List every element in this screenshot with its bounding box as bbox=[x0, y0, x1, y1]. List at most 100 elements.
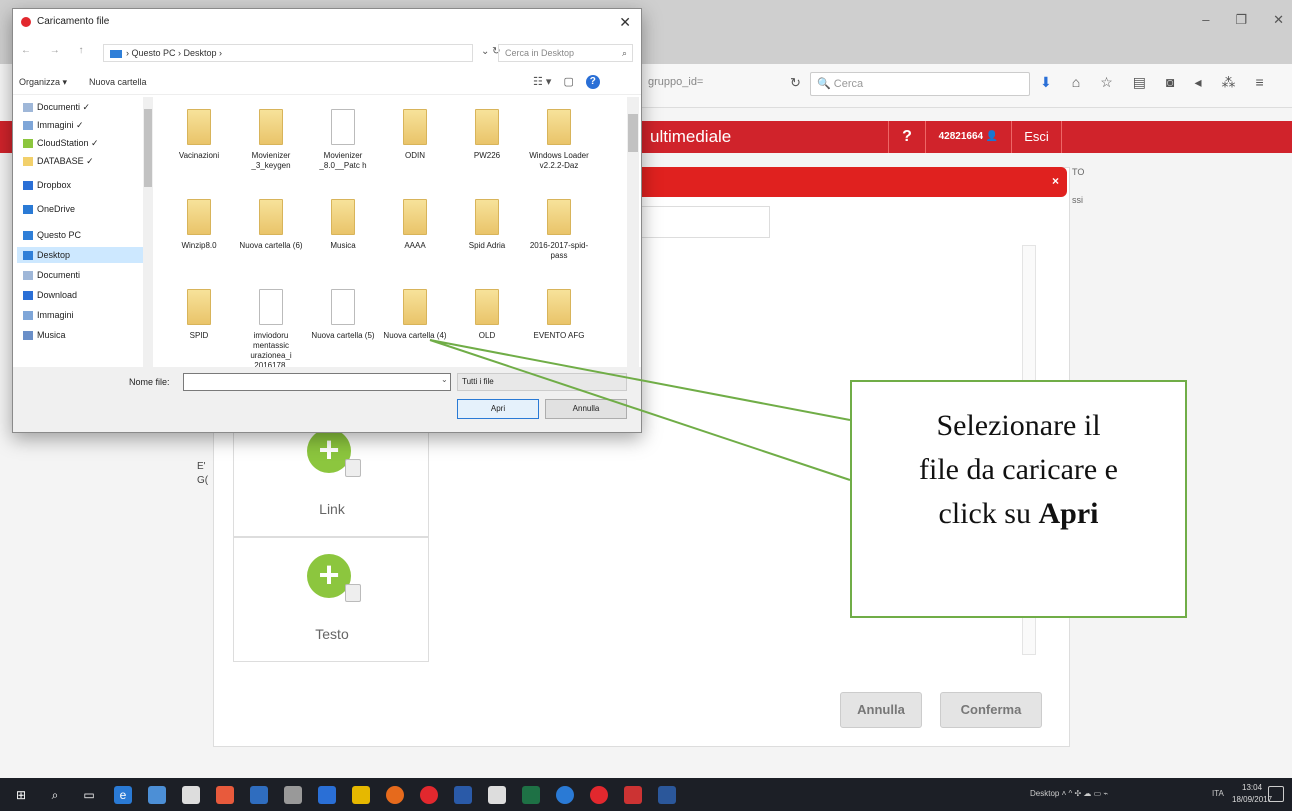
file-item[interactable]: Windows Loader v2.2.2-Daz bbox=[526, 109, 592, 171]
help-button[interactable]: ? bbox=[888, 121, 926, 153]
search-taskbar-icon[interactable]: ⌕ bbox=[46, 786, 64, 804]
preview-pane-icon[interactable]: ▢ bbox=[563, 75, 573, 89]
file-item[interactable]: OLD bbox=[454, 289, 520, 341]
app-icon-1[interactable] bbox=[148, 786, 166, 804]
dialog-cancel-button[interactable]: Annulla bbox=[545, 399, 627, 419]
pocket-icon[interactable]: ◙ bbox=[1166, 74, 1174, 91]
dialog-nav-arrows[interactable]: ← → ↑ bbox=[21, 45, 92, 56]
app-icon-5[interactable] bbox=[318, 786, 336, 804]
link-badge-icon bbox=[345, 459, 361, 477]
app-icon-8[interactable] bbox=[590, 786, 608, 804]
powerpoint-icon[interactable] bbox=[454, 786, 472, 804]
app-icon-4[interactable] bbox=[250, 786, 268, 804]
tray-clock[interactable]: 13:04 18/09/2017 bbox=[1232, 782, 1272, 806]
file-type-select[interactable]: Tutti i file bbox=[457, 373, 627, 391]
start-icon[interactable]: ⊞ bbox=[12, 786, 30, 804]
nav-item-icon bbox=[23, 271, 33, 281]
file-item[interactable]: Winzip8.0 bbox=[166, 199, 232, 251]
logout-button[interactable]: Esci bbox=[1012, 121, 1062, 153]
filename-input[interactable] bbox=[183, 373, 451, 391]
modal-title-input[interactable] bbox=[640, 206, 770, 238]
file-item-label: Spid Adria bbox=[468, 241, 506, 250]
app-icon-6[interactable] bbox=[352, 786, 370, 804]
file-item[interactable]: Nuova cartella (6) bbox=[238, 199, 304, 251]
extension-icon[interactable]: ⁂ bbox=[1222, 74, 1236, 91]
callout-line-2: file da caricare e bbox=[919, 453, 1118, 486]
modal-cancel-button[interactable]: Annulla bbox=[840, 692, 922, 728]
file-item[interactable]: Musica bbox=[310, 199, 376, 251]
bookmark-star-icon[interactable]: ☆ bbox=[1100, 74, 1113, 91]
tray-language[interactable]: ITA bbox=[1212, 789, 1224, 798]
file-item[interactable]: SPID bbox=[166, 289, 232, 341]
view-mode-icon[interactable]: ☷ ▾ bbox=[533, 75, 551, 89]
download-icon[interactable]: ⬇ bbox=[1040, 74, 1052, 91]
task-view-icon[interactable]: ▭ bbox=[80, 786, 98, 804]
nav-item-immagini[interactable]: Immagini bbox=[23, 307, 74, 323]
browser-search-input[interactable]: 🔍 Cerca bbox=[810, 72, 1030, 96]
side-letter-1: E' bbox=[197, 461, 206, 472]
nav-item-dropbox[interactable]: Dropbox bbox=[23, 177, 71, 193]
file-item[interactable]: Nuova cartella (4) bbox=[382, 289, 448, 341]
chrome-icon[interactable] bbox=[420, 786, 438, 804]
file-item[interactable]: 2016-2017-spid-pass bbox=[526, 199, 592, 261]
new-folder-button[interactable]: Nuova cartella bbox=[89, 77, 147, 87]
file-item[interactable]: ODIN bbox=[382, 109, 448, 161]
organize-menu[interactable]: Organizza ▾ bbox=[19, 77, 67, 88]
nav-item-questo-pc[interactable]: Questo PC bbox=[23, 227, 81, 243]
nav-item-immagini[interactable]: Immagini ✓ bbox=[23, 117, 84, 133]
nav-item-label: Documenti bbox=[37, 270, 81, 280]
address-bar[interactable]: gruppo_id= bbox=[648, 76, 703, 88]
menu-icon[interactable]: ≡ bbox=[1256, 74, 1264, 91]
file-item[interactable]: Spid Adria bbox=[454, 199, 520, 251]
filename-dropdown-icon[interactable]: ⌄ bbox=[441, 375, 448, 384]
file-item[interactable]: AAAA bbox=[382, 199, 448, 251]
edge-icon[interactable]: e bbox=[114, 786, 132, 804]
nav-item-musica[interactable]: Musica bbox=[23, 327, 66, 343]
app-icon-7[interactable] bbox=[556, 786, 574, 804]
file-item[interactable]: imviodoru mentassic urazionea_i _2016178… bbox=[238, 289, 304, 367]
app-icon-3[interactable] bbox=[216, 786, 234, 804]
reload-icon[interactable]: ↻ bbox=[790, 75, 801, 91]
modal-close-button[interactable]: × bbox=[1052, 174, 1059, 188]
dialog-breadcrumb[interactable]: › Questo PC › Desktop › bbox=[103, 44, 473, 62]
excel-icon[interactable] bbox=[522, 786, 540, 804]
file-item[interactable]: Nuova cartella (5) bbox=[310, 289, 376, 341]
nav-item-database[interactable]: DATABASE ✓ bbox=[23, 153, 94, 169]
file-item[interactable]: Vacinazioni bbox=[166, 109, 232, 161]
user-badge[interactable]: 42821664 👤 bbox=[926, 121, 1012, 153]
tray-area[interactable]: Desktop ˄ ^ ✣ ☁ ▭ ⌁ bbox=[1030, 789, 1108, 798]
clipboard-icon[interactable]: ▤ bbox=[1133, 74, 1146, 91]
nav-item-label: DATABASE ✓ bbox=[37, 156, 94, 166]
word-icon[interactable] bbox=[658, 786, 676, 804]
minimize-button[interactable]: – bbox=[1202, 12, 1209, 28]
nav-item-cloudstation[interactable]: CloudStation ✓ bbox=[23, 135, 99, 151]
nav-item-download[interactable]: Download bbox=[23, 287, 77, 303]
nav-pane-scroll-thumb[interactable] bbox=[144, 109, 152, 187]
nav-item-onedrive[interactable]: OneDrive bbox=[23, 201, 75, 217]
nav-item-documenti[interactable]: Documenti bbox=[23, 267, 80, 283]
text-type-card[interactable]: + Testo bbox=[233, 537, 429, 662]
maximize-button[interactable]: ❐ bbox=[1235, 12, 1247, 28]
calculator-icon[interactable] bbox=[284, 786, 302, 804]
home-icon[interactable]: ⌂ bbox=[1072, 74, 1080, 91]
dialog-search-input[interactable]: Cerca in Desktop ⌕ bbox=[498, 44, 633, 62]
nav-item-documenti[interactable]: Documenti ✓ bbox=[23, 99, 90, 115]
notifications-icon[interactable] bbox=[1268, 786, 1284, 802]
dialog-close-button[interactable]: ✕ bbox=[619, 14, 631, 31]
mail-icon[interactable] bbox=[488, 786, 506, 804]
file-item-label: Vacinazioni bbox=[178, 151, 220, 160]
help-icon[interactable]: ? bbox=[585, 75, 600, 89]
nav-item-desktop[interactable]: Desktop bbox=[17, 247, 143, 263]
app-icon-2[interactable] bbox=[182, 786, 200, 804]
modal-confirm-button[interactable]: Conferma bbox=[940, 692, 1042, 728]
file-pane-scroll-thumb[interactable] bbox=[628, 114, 638, 152]
close-window-button[interactable]: ✕ bbox=[1273, 12, 1284, 28]
file-item[interactable]: Movienizer _8.0__Patc h bbox=[310, 109, 376, 171]
file-item[interactable]: PW226 bbox=[454, 109, 520, 161]
firefox-icon[interactable] bbox=[386, 786, 404, 804]
send-icon[interactable]: ◂ bbox=[1194, 74, 1201, 91]
open-button[interactable]: Apri bbox=[457, 399, 539, 419]
acrobat-icon[interactable] bbox=[624, 786, 642, 804]
file-item[interactable]: Movienizer _3_keygen bbox=[238, 109, 304, 171]
file-item[interactable]: EVENTO AFG bbox=[526, 289, 592, 341]
